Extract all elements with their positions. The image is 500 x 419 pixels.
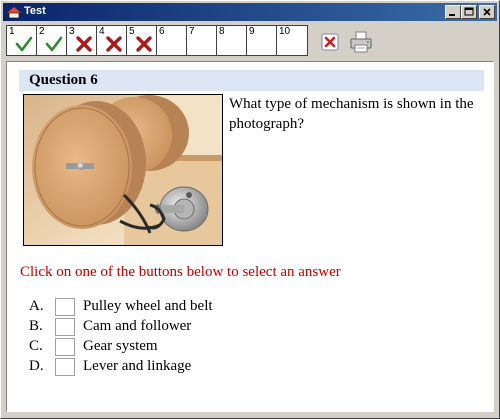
question-progress-strip: 1 2 3 4 5 6 7 8 9 10 [6, 25, 308, 56]
answer-option-b: B. Cam and follower [29, 318, 329, 338]
mechanism-photo [23, 94, 223, 246]
progress-cell[interactable]: 8 [217, 26, 247, 55]
progress-number: 7 [189, 26, 195, 37]
answer-options: A. Pulley wheel and belt B. Cam and foll… [29, 298, 329, 378]
option-letter: C. [29, 338, 43, 354]
progress-number: 4 [99, 26, 105, 37]
progress-cell[interactable]: 9 [247, 26, 277, 55]
progress-number: 6 [159, 26, 165, 37]
answer-option-c: C. Gear system [29, 338, 329, 358]
answer-button-b[interactable] [55, 318, 75, 336]
check-icon [15, 36, 33, 52]
progress-number: 2 [39, 26, 45, 37]
test-window: Test 1 2 3 4 5 6 7 8 9 10 Question 6 Wha… [0, 0, 500, 419]
answer-button-a[interactable] [55, 298, 75, 316]
check-icon [45, 36, 63, 52]
maximize-icon [464, 7, 474, 16]
option-letter: A. [29, 298, 44, 314]
answer-button-d[interactable] [55, 358, 75, 376]
question-heading: Question 6 [19, 70, 484, 91]
maximize-button[interactable] [461, 5, 477, 19]
option-letter: B. [29, 318, 43, 334]
window-title: Test [24, 5, 46, 17]
option-text: Lever and linkage [83, 358, 192, 374]
progress-cell[interactable]: 7 [187, 26, 217, 55]
question-panel: Question 6 What type of mechanism is sho… [6, 61, 494, 412]
progress-number: 9 [249, 26, 255, 37]
option-text: Cam and follower [83, 318, 192, 334]
exit-test-button[interactable] [319, 31, 343, 53]
progress-cell[interactable]: 4 [97, 26, 127, 55]
answer-option-a: A. Pulley wheel and belt [29, 298, 329, 318]
answer-option-d: D. Lever and linkage [29, 358, 329, 378]
app-icon [7, 7, 21, 19]
answer-button-c[interactable] [55, 338, 75, 356]
close-icon [483, 8, 491, 16]
progress-cell[interactable]: 6 [157, 26, 187, 55]
progress-number: 3 [69, 26, 75, 37]
progress-cell[interactable]: 3 [67, 26, 97, 55]
option-letter: D. [29, 358, 44, 374]
progress-number: 10 [279, 26, 291, 37]
close-window-button[interactable] [479, 5, 495, 19]
answer-instruction: Click on one of the buttons below to sel… [20, 264, 341, 280]
red-x-close-icon [321, 33, 339, 51]
progress-cell[interactable]: 1 [7, 26, 37, 55]
progress-cell[interactable]: 2 [37, 26, 67, 55]
option-text: Pulley wheel and belt [83, 298, 213, 314]
cross-icon [76, 36, 92, 52]
title-bar[interactable]: Test [3, 3, 497, 21]
minimize-button[interactable] [445, 5, 461, 19]
option-text: Gear system [83, 338, 158, 354]
printer-icon [350, 31, 372, 53]
cross-icon [136, 36, 152, 52]
progress-cell[interactable]: 10 [277, 26, 307, 55]
cross-icon [106, 36, 122, 52]
question-text: What type of mechanism is shown in the p… [229, 96, 474, 132]
progress-number: 1 [9, 26, 15, 37]
progress-number: 5 [129, 26, 135, 37]
pulley-photo-image [24, 95, 222, 245]
minimize-icon [449, 14, 455, 16]
progress-number: 8 [219, 26, 225, 37]
progress-cell[interactable]: 5 [127, 26, 157, 55]
print-button[interactable] [349, 31, 373, 53]
